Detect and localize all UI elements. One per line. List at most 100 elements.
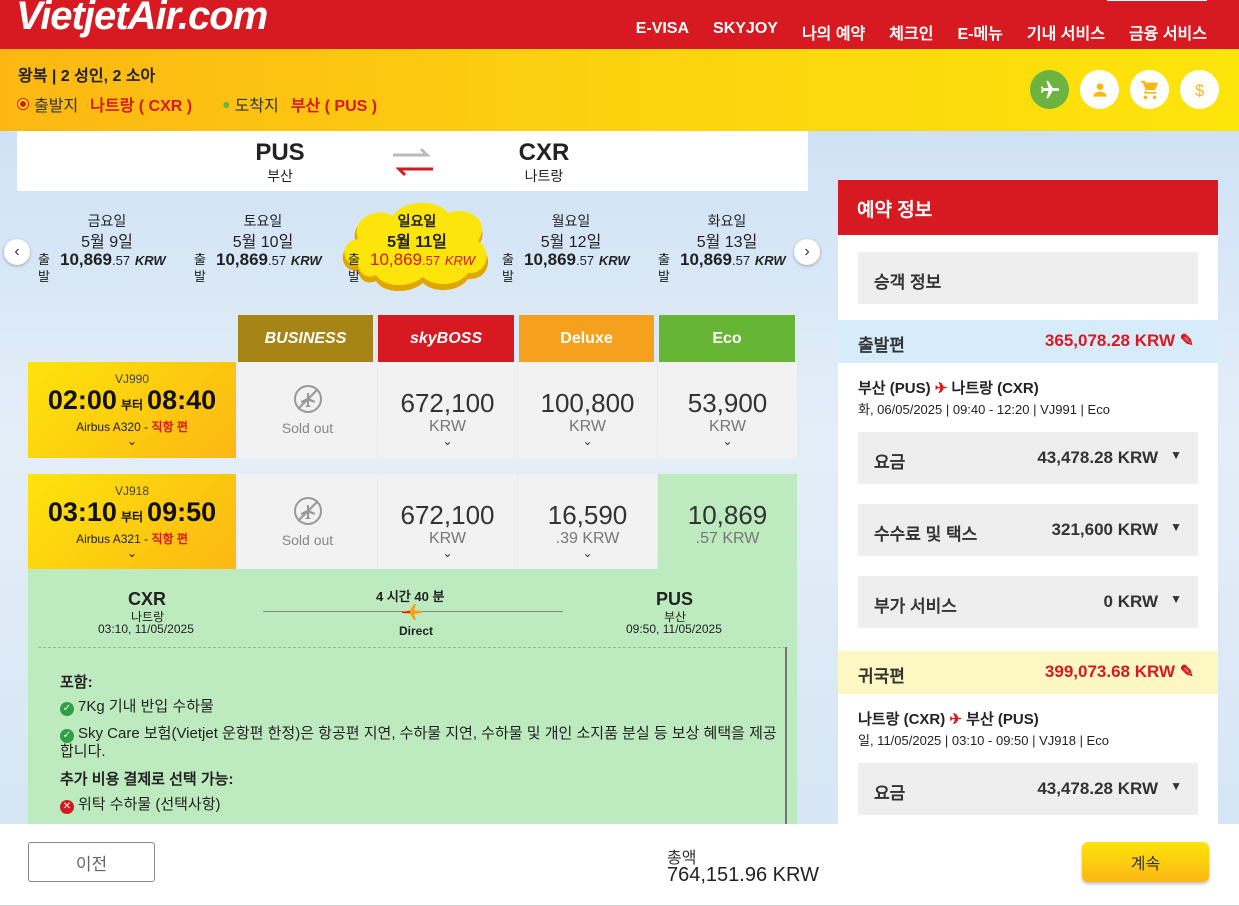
aircraft-info: Airbus A321 - 직항 편 (76, 532, 188, 546)
flight-time-cell[interactable]: VJ918 03:10 부터 09:50 Airbus A321 - 직항 편 ⌄ (28, 474, 236, 570)
nav-finance[interactable]: 금융 서비스 (1129, 20, 1207, 44)
return-header: 귀국편 399,073.68 KRW ✎ (838, 651, 1218, 694)
top-divider (1107, 0, 1207, 1)
return-info: 일, 11/05/2025 | 03:10 - 09:50 | VJ918 | … (858, 733, 1109, 748)
fare-eco[interactable]: 53,900 KRW ⌄ (658, 362, 797, 458)
dropdown-triangle-icon: ▼ (1170, 592, 1182, 606)
check-icon: ✓ (60, 729, 74, 743)
date-option[interactable]: 금요일 5월 9일 출발 10,869.57 KRW (32, 205, 182, 295)
trip-summary: 왕복 | 2 성인, 2 소아 (18, 68, 156, 85)
user-icon[interactable] (1080, 70, 1119, 109)
booking-title: 예약 정보 (838, 180, 1218, 235)
chevron-down-icon[interactable]: ⌄ (28, 546, 236, 560)
extras-title: 추가 비용 결제로 선택 가능: (60, 771, 234, 788)
fare-skyboss[interactable]: 672,100 KRW ⌄ (378, 474, 517, 570)
outbound-info: 화, 06/05/2025 | 09:40 - 12:20 | VJ991 | … (858, 402, 1110, 417)
fare-price: 16,590 (547, 500, 628, 530)
date-option-selected[interactable]: 일요일 5월 11일 출발 10,869.57 KRW (342, 202, 492, 295)
date-option[interactable]: 토요일 5월 10일 출발 10,869.57 KRW (188, 205, 338, 295)
chevron-down-icon[interactable]: ⌄ (658, 434, 797, 448)
date-price: 10,869.57 KRW (370, 250, 475, 269)
fare-business-soldout: Sold out (238, 474, 377, 570)
sold-out-plane-icon (294, 385, 322, 413)
date-day: 5월 11일 (387, 234, 447, 251)
outbound-total[interactable]: 365,078.28 KRW ✎ (1045, 331, 1194, 351)
outbound-addon-line[interactable]: 부가 서비스 0 KRW ▼ (858, 576, 1198, 628)
top-bar: VietjetAir.com E-VISA SKYJOY 나의 예약 체크인 E… (0, 0, 1239, 49)
date-price: 10,869.57 KRW (680, 250, 786, 269)
dest-label: 도착지 (234, 98, 279, 115)
chevron-down-icon[interactable]: ⌄ (518, 434, 657, 448)
plane-icon: ✈ (934, 380, 948, 397)
fare-eco-selected[interactable]: 10,869 .57 KRW (658, 474, 797, 570)
route-from-code: PUS (255, 139, 305, 166)
return-fare-line[interactable]: 요금 43,478.28 KRW ▼ (858, 763, 1198, 815)
edit-icon: ✎ (1179, 331, 1194, 350)
outbound-fare-line[interactable]: 요금 43,478.28 KRW ▼ (858, 432, 1198, 484)
detail-type: Direct (399, 624, 434, 638)
flight-time-cell[interactable]: VJ990 02:00 부터 08:40 Airbus A320 - 직항 편 ⌄ (28, 362, 236, 458)
detail-scrollbar[interactable] (785, 647, 787, 827)
continue-button[interactable]: 계속 (1082, 842, 1209, 882)
nav-evisa[interactable]: E-VISA (636, 20, 689, 44)
route-to-code: CXR (518, 139, 570, 166)
outbound-tax-line[interactable]: 수수료 및 택스 321,600 KRW ▼ (858, 504, 1198, 556)
currency-icon[interactable]: $ (1180, 70, 1219, 109)
return-total[interactable]: 399,073.68 KRW ✎ (1045, 662, 1194, 682)
chevron-down-icon[interactable]: ⌄ (378, 434, 517, 448)
nav-inflight[interactable]: 기내 서비스 (1027, 20, 1105, 44)
includes-title: 포함: (60, 674, 93, 691)
fare-price: 672,100 (400, 500, 495, 530)
edit-icon: ✎ (1179, 662, 1194, 681)
map-pin-icon: ● (222, 96, 231, 112)
nav-emenu[interactable]: E-메뉴 (957, 20, 1002, 44)
fare-price: 672,100 (400, 388, 495, 418)
prev-button[interactable]: 이전 (28, 842, 155, 882)
date-price: 10,869.57 KRW (524, 250, 630, 269)
header-actions: $ (1030, 70, 1219, 109)
date-carousel: ‹ 금요일 5월 9일 출발 10,869.57 KRW 토요일 5월 10일 … (0, 202, 830, 305)
swap-direction-icon (393, 147, 433, 177)
origin-dot-icon (18, 99, 28, 109)
outbound-label: 출발편 (858, 336, 905, 355)
fare-deluxe[interactable]: 16,590 .39 KRW ⌄ (518, 474, 657, 570)
vietjet-logo[interactable]: VietjetAir.com (16, 0, 268, 39)
sold-out-plane-icon (294, 497, 322, 525)
outbound-header: 출발편 365,078.28 KRW ✎ (838, 320, 1218, 363)
nav-my-booking[interactable]: 나의 예약 (802, 20, 865, 44)
date-next-button[interactable]: › (794, 239, 820, 265)
date-day: 5월 9일 (81, 234, 133, 251)
flight-row: VJ990 02:00 부터 08:40 Airbus A320 - 직항 편 ⌄ … (28, 362, 797, 458)
date-day: 5월 10일 (232, 234, 294, 251)
date-option[interactable]: 화요일 5월 13일 출발 10,869.57 KRW (652, 205, 802, 295)
date-option[interactable]: 월요일 5월 12일 출발 10,869.57 KRW (496, 205, 646, 295)
nav-skyjoy[interactable]: SKYJOY (713, 20, 778, 44)
nav-checkin[interactable]: 체크인 (889, 20, 933, 44)
cart-icon[interactable] (1130, 70, 1169, 109)
detail-to-code: PUS (656, 589, 694, 609)
fare-price: 10,869 (687, 500, 768, 530)
fare-currency: .57 KRW (695, 530, 760, 547)
flight-row: VJ918 03:10 부터 09:50 Airbus A321 - 직항 편 ⌄ … (28, 474, 797, 570)
fare-header-business: BUSINESS (238, 315, 373, 362)
fare-skyboss[interactable]: 672,100 KRW ⌄ (378, 362, 517, 458)
passenger-info-box[interactable]: 승객 정보 (858, 252, 1198, 304)
chevron-down-icon[interactable]: ⌄ (28, 434, 236, 448)
plane-icon: ✈ (949, 711, 962, 728)
chevron-down-icon[interactable]: ⌄ (378, 546, 517, 560)
dropdown-triangle-icon: ▼ (1170, 448, 1182, 462)
return-route: 나트랑 (CXR) ✈ 부산 (PUS) (858, 711, 1039, 728)
date-prev-button[interactable]: ‹ (4, 239, 30, 265)
fare-deluxe[interactable]: 100,800 KRW ⌄ (518, 362, 657, 458)
detail-to-time: 09:50, 11/05/2025 (626, 622, 722, 636)
extra-item: ✕ 위탁 수하물 (선택사항) (60, 793, 221, 814)
check-icon: ✓ (60, 702, 74, 716)
flight-times: 03:10 부터 09:50 (47, 497, 217, 527)
plane-icon[interactable] (1030, 70, 1069, 109)
date-label: 출발 (194, 252, 206, 284)
date-label: 출발 (38, 252, 50, 284)
sold-out-label: Sold out (281, 532, 334, 548)
fare-price: 53,900 (687, 388, 768, 418)
chevron-down-icon[interactable]: ⌄ (518, 546, 657, 560)
date-price: 10,869.57 KRW (216, 250, 322, 269)
